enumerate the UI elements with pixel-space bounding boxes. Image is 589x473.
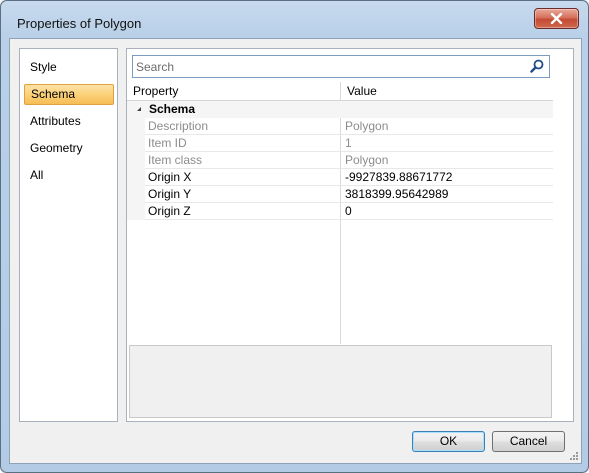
column-header-property[interactable]: Property xyxy=(133,84,178,98)
close-icon xyxy=(550,13,563,24)
nav-item-label: Attributes xyxy=(30,114,81,128)
nav-item-style[interactable]: Style xyxy=(24,57,114,78)
nav-item-label: Schema xyxy=(31,87,76,101)
collapse-triangle-icon[interactable] xyxy=(136,106,142,112)
nav-item-label: Geometry xyxy=(30,141,83,155)
table-row[interactable]: Origin Y 3818399.95642989 xyxy=(145,186,553,203)
property-value[interactable]: -9927839.88671772 xyxy=(345,170,452,184)
table-row[interactable]: Origin X -9927839.88671772 xyxy=(145,169,553,186)
search-box xyxy=(132,55,550,78)
property-grid: Property Value Schema Description Polygo… xyxy=(127,82,553,344)
dialog-body: Style Schema Attributes Geometry All Sea… xyxy=(9,38,582,464)
nav-item-schema[interactable]: Schema xyxy=(24,84,114,105)
resize-grip-icon[interactable] xyxy=(569,451,579,461)
nav-item-geometry[interactable]: Geometry xyxy=(24,138,114,159)
grid-gutter xyxy=(127,118,145,220)
category-nav: Style Schema Attributes Geometry All xyxy=(19,48,118,422)
category-title: Schema xyxy=(149,102,196,116)
property-name: Origin Z xyxy=(148,204,191,218)
table-row[interactable]: Item ID 1 xyxy=(145,135,553,152)
nav-item-label: All xyxy=(30,168,44,182)
column-header-value[interactable]: Value xyxy=(347,84,377,98)
property-name: Item ID xyxy=(148,136,187,150)
property-value: Polygon xyxy=(345,153,389,167)
property-value[interactable]: 0 xyxy=(345,204,352,218)
property-value: 1 xyxy=(345,136,352,150)
description-panel xyxy=(129,345,552,418)
table-row[interactable]: Description Polygon xyxy=(145,118,553,135)
ok-button[interactable]: OK xyxy=(412,431,485,452)
properties-dialog: Properties of Polygon Style Schema Attri… xyxy=(0,0,589,473)
table-row[interactable]: Item class Polygon xyxy=(145,152,553,169)
nav-item-attributes[interactable]: Attributes xyxy=(24,111,114,132)
nav-item-label: Style xyxy=(30,60,57,74)
property-name: Origin X xyxy=(148,170,192,184)
property-name: Item class xyxy=(148,153,203,167)
search-input[interactable] xyxy=(133,56,516,77)
property-value: Polygon xyxy=(345,119,389,133)
category-row-schema[interactable]: Schema xyxy=(127,101,553,118)
title-bar[interactable]: Properties of Polygon xyxy=(1,1,588,39)
property-panel: Property Value Schema Description Polygo… xyxy=(126,48,574,422)
window-title: Properties of Polygon xyxy=(17,16,142,31)
property-value[interactable]: 3818399.95642989 xyxy=(345,187,448,201)
nav-item-all[interactable]: All xyxy=(24,165,114,186)
cancel-button[interactable]: Cancel xyxy=(492,431,565,452)
property-name: Description xyxy=(148,119,209,133)
close-button[interactable] xyxy=(534,8,579,29)
search-icon[interactable] xyxy=(530,59,544,73)
table-row[interactable]: Origin Z 0 xyxy=(145,203,553,220)
property-name: Origin Y xyxy=(148,187,192,201)
